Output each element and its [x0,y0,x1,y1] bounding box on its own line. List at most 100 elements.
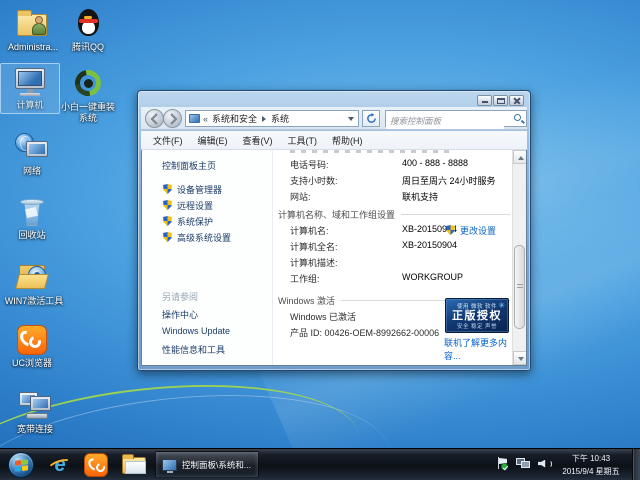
desktop-icon-tencent-qq[interactable]: 腾讯QQ [60,8,116,53]
breadcrumb-dropdown-icon[interactable] [348,116,354,121]
uac-shield-icon [163,200,172,210]
recycle-bin-icon [14,196,50,228]
show-desktop-button[interactable] [632,449,640,480]
genuine-star-icon: ✳ [498,301,505,310]
desktop-icon-recycle-bin[interactable]: 回收站 [4,196,60,241]
breadcrumb-overflow-chevron[interactable]: « [203,114,208,124]
folder-icon [122,453,146,474]
breadcrumb-parent[interactable]: 系统和安全 [212,112,257,125]
back-arrow-icon [150,113,158,125]
support-row-phone: 电话号码: 400 - 888 - 8888 [290,158,469,170]
sidebar-item-action-center[interactable]: 操作中心 [162,308,198,321]
system-content: 电话号码: 400 - 888 - 8888 支持小时数: 周日至周六 24小时… [274,150,512,365]
reinstall-ring-icon [69,64,107,102]
breadcrumb-current[interactable]: 系统 [271,112,289,125]
forward-button[interactable] [163,109,182,128]
action-center-icon[interactable] [498,457,508,470]
desktop-icon-uc-browser[interactable]: UC浏览器 [4,324,60,369]
desktop-icon-label: UC浏览器 [12,358,52,368]
desktop-icon-broadband-connection[interactable]: 宽带连接 [4,390,66,435]
minimize-button[interactable] [477,95,492,106]
menu-file[interactable]: 文件(F) [150,133,186,148]
uc-browser-icon [14,324,50,356]
sidebar-item-remote-settings[interactable]: 远程设置 [163,199,213,212]
desktop-icon-label: 腾讯QQ [71,42,104,52]
computer-description-row: 计算机描述: [290,258,338,268]
desktop-icon-win7-activator[interactable]: WIN7激活工具 [4,262,64,307]
learn-more-online-link[interactable]: 联机了解更多内容... [444,336,512,362]
taskbar-explorer-button[interactable] [120,451,148,479]
support-row-hours: 支持小时数: 周日至周六 24小时服务 [290,176,496,186]
search-input[interactable] [386,113,504,129]
scroll-up-button[interactable] [513,150,526,164]
taskbar-ie-button[interactable]: e [46,451,74,479]
scroll-down-button[interactable] [513,351,526,365]
network-globe-icon [14,132,50,164]
administrator-folder-icon [15,8,51,40]
volume-icon[interactable] [538,458,552,470]
desktop-icon-computer[interactable]: 计算机 [0,63,60,114]
desktop-icon-label: 小白一键重装系统 [60,102,115,123]
desktop: Administra... 腾讯QQ 计算机 小白一键重装系统 网络 回收站 W… [0,0,640,480]
desktop-icon-label: Administra... [7,42,58,52]
back-button[interactable] [145,109,164,128]
scroll-down-icon [517,357,524,361]
scrollbar-thumb[interactable] [514,245,525,329]
taskbar-uc-browser-button[interactable] [82,451,110,479]
sidebar-item-performance-tools[interactable]: 性能信息和工具 [162,343,225,356]
sidebar-item-device-manager[interactable]: 设备管理器 [163,183,222,196]
start-button[interactable] [8,452,34,478]
refresh-button[interactable] [362,110,380,127]
maximize-icon [497,98,505,104]
maximize-button[interactable] [493,95,508,106]
scroll-up-icon [517,156,524,160]
address-bar: « 系统和安全 系统 [141,107,527,130]
desktop-icon-label: WIN7激活工具 [4,296,64,306]
search-icon[interactable] [514,114,521,121]
clipped-scrolled-text [290,150,450,153]
menu-help[interactable]: 帮助(H) [329,133,366,148]
search-box [385,110,527,129]
genuine-microsoft-badge[interactable]: 使用 微软 软件 正版授权 安全 稳定 声誉 ✳ [445,298,509,333]
uac-shield-icon [163,184,172,194]
sidebar-item-advanced-settings[interactable]: 高级系统设置 [163,231,231,244]
broadband-connection-icon [17,390,53,422]
desktop-icon-label: 回收站 [18,230,46,240]
desktop-icon-xiaobai-reinstall[interactable]: 小白一键重装系统 [58,64,118,124]
desktop-icon-network[interactable]: 网络 [4,132,60,177]
clock-time: 下午 10:43 [571,454,611,463]
control-panel-system-window: « 系统和安全 系统 文件(F) 编辑(E) 查看(V) 工具(T) [137,90,531,371]
learn-more-row: 联机了解更多内容... [274,336,512,361]
clock-date: 2015/9/4 星期五 [562,467,620,476]
computer-name-section-header: 计算机名称、域和工作组设置 [278,208,510,220]
workgroup-row: 工作组: WORKGROUP [290,272,464,284]
computer-monitor-icon [12,66,48,98]
sidebar-see-also-header: 另请参阅 [162,292,199,302]
network-tray-icon[interactable] [516,457,530,470]
menu-edit[interactable]: 编辑(E) [195,133,231,148]
close-button[interactable] [509,95,524,106]
qq-penguin-icon [70,8,106,40]
sidebar-item-control-panel-home[interactable]: 控制面板主页 [162,159,216,172]
caption-buttons [477,95,524,106]
uac-shield-icon [446,225,455,235]
uc-browser-icon [84,453,108,477]
window-button-icon [162,458,177,473]
sidebar-item-windows-update[interactable]: Windows Update [162,326,230,336]
online-support-link[interactable]: 联机支持 [402,190,438,203]
taskbar-window-button-control-panel[interactable]: 控制面板\系统和... [155,451,259,478]
breadcrumb[interactable]: « 系统和安全 系统 [185,110,359,127]
scrollbar-grip [517,284,523,290]
sidebar-item-system-protection[interactable]: 系统保护 [163,215,213,228]
taskbar-clock[interactable]: 下午 10:43 2015/9/4 星期五 [554,452,628,478]
menu-bar: 文件(F) 编辑(E) 查看(V) 工具(T) 帮助(H) [141,131,527,150]
menu-view[interactable]: 查看(V) [240,133,276,148]
sidebar: 控制面板主页 设备管理器 远程设置 系统保护 高级系统设置 另请参阅 操作中心 … [142,150,273,365]
computer-fullname-row: 计算机全名: XB-20150904 [290,240,458,252]
windows-flag-icon [15,459,28,472]
desktop-icon-administrator[interactable]: Administra... [4,8,62,53]
menu-tools[interactable]: 工具(T) [285,133,321,148]
vertical-scrollbar[interactable] [512,150,526,365]
uac-shield-icon [163,232,172,242]
change-settings-link[interactable]: 更改设置 [446,224,496,237]
